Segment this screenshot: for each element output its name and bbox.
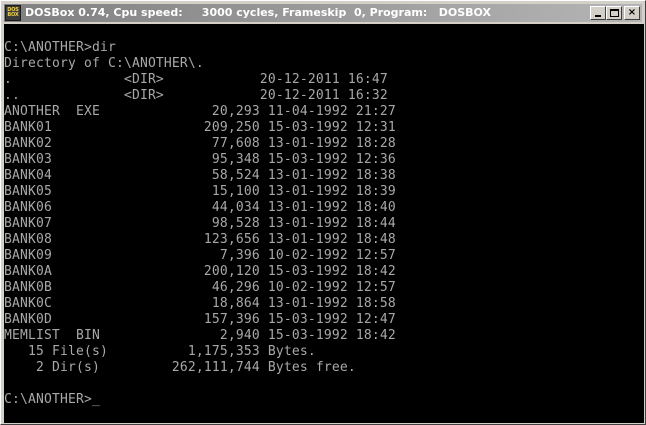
console-line: BANK08 123,656 13-01-1992 18:48 [4, 232, 396, 247]
minimize-icon [595, 15, 601, 17]
console-output: C:\ANOTHER>dir Directory of C:\ANOTHER\..… [4, 40, 396, 408]
console-line: BANK06 44,034 13-01-1992 18:40 [4, 200, 396, 215]
dos-console[interactable]: C:\ANOTHER>dir Directory of C:\ANOTHER\..… [4, 24, 644, 423]
console-line: BANK04 58,524 13-01-1992 18:38 [4, 168, 396, 183]
dosbox-icon[interactable]: DOS BOX [5, 5, 21, 21]
console-line: BANK0B 46,296 10-02-1992 12:57 [4, 280, 396, 295]
console-line: BANK07 98,528 13-01-1992 18:44 [4, 216, 396, 231]
minimize-button[interactable] [590, 6, 606, 20]
maximize-icon [610, 9, 619, 17]
text-cursor: _ [91, 392, 100, 407]
console-line: .. <DIR> 20-12-2011 16:32 [4, 88, 388, 103]
console-line: Directory of C:\ANOTHER\. [4, 56, 204, 71]
icon-text-bottom: BOX [7, 12, 19, 18]
console-line: BANK02 77,608 13-01-1992 18:28 [4, 136, 396, 151]
console-line: BANK0C 18,864 13-01-1992 18:58 [4, 296, 396, 311]
console-line: BANK03 95,348 15-03-1992 12:36 [4, 152, 396, 167]
window-title: DOSBox 0.74, Cpu speed: 3000 cycles, Fra… [25, 6, 491, 19]
close-icon: × [627, 7, 637, 18]
console-line: BANK09 7,396 10-02-1992 12:57 [4, 248, 396, 263]
console-line: BANK0A 200,120 15-03-1992 18:42 [4, 264, 396, 279]
console-line: BANK01 209,250 15-03-1992 12:31 [4, 120, 396, 135]
console-line: 15 File(s) 1,175,353 Bytes. [4, 344, 316, 359]
console-line: 2 Dir(s) 262,111,744 Bytes free. [4, 360, 356, 375]
window-controls: × [590, 6, 640, 20]
console-line: MEMLIST BIN 2,940 15-03-1992 18:42 [4, 328, 396, 343]
console-line: BANK05 15,100 13-01-1992 18:39 [4, 184, 396, 199]
title-bar[interactable]: DOS BOX DOSBox 0.74, Cpu speed: 3000 cyc… [4, 4, 642, 22]
maximize-button[interactable] [606, 6, 622, 20]
console-line: C:\ANOTHER>_ [4, 392, 100, 407]
close-button[interactable]: × [624, 6, 640, 20]
dosbox-window: DOS BOX DOSBox 0.74, Cpu speed: 3000 cyc… [0, 0, 646, 425]
console-line: . <DIR> 20-12-2011 16:47 [4, 72, 388, 87]
console-line: ANOTHER EXE 20,293 11-04-1992 21:27 [4, 104, 396, 119]
console-line: BANK0D 157,396 15-03-1992 12:47 [4, 312, 396, 327]
console-line: C:\ANOTHER>dir [4, 40, 116, 55]
